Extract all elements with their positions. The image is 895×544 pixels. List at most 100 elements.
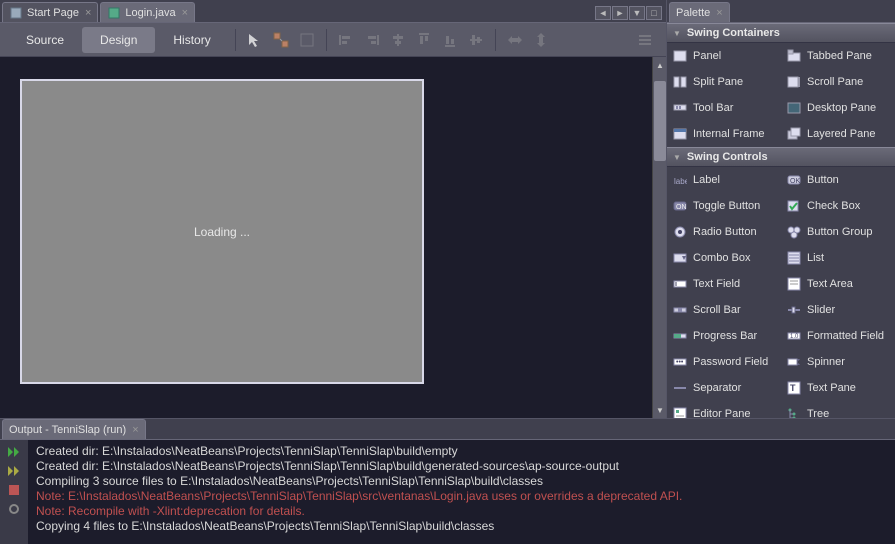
palette-item[interactable]: Internal Frame (667, 121, 781, 147)
palette-item[interactable]: Split Pane (667, 69, 781, 95)
palette-category-header[interactable]: ▼Swing Containers (667, 23, 895, 43)
palette-title: Palette (676, 7, 710, 19)
palette-item[interactable]: Tree (781, 401, 895, 418)
palette-category-header[interactable]: ▼Swing Controls (667, 147, 895, 167)
output-line: Created dir: E:\Instalados\NeatBeans\Pro… (36, 459, 887, 474)
toggle-icon: ON (673, 199, 687, 213)
palette-tab[interactable]: Palette × (669, 2, 730, 22)
palette-item-label: Toggle Button (693, 200, 760, 212)
palette-item[interactable]: Combo Box (667, 245, 781, 271)
scrollbar-icon (673, 303, 687, 317)
rerun-button[interactable] (6, 444, 22, 460)
palette-item[interactable]: Scroll Pane (781, 69, 895, 95)
palette-item[interactable]: Check Box (781, 193, 895, 219)
list-icon (787, 251, 801, 265)
close-icon[interactable]: × (716, 7, 722, 19)
palette-item[interactable]: Separator (667, 375, 781, 401)
align-center-h-icon (389, 31, 407, 49)
palette-item[interactable]: Tabbed Pane (781, 43, 895, 69)
palette-item[interactable]: Scroll Bar (667, 297, 781, 323)
tab-list-button[interactable]: ▼ (629, 6, 645, 20)
palette-item-label: Button Group (807, 226, 872, 238)
palette-item[interactable]: List (781, 245, 895, 271)
tab-nav-controls: ◄ ► ▼ □ (595, 6, 666, 22)
toolbar-menu-icon[interactable] (636, 31, 654, 49)
selection-mode-icon[interactable] (246, 31, 264, 49)
output-line: Note: Recompile with -Xlint:deprecation … (36, 504, 887, 519)
settings-icon[interactable] (6, 501, 22, 517)
palette-item[interactable]: Slider (781, 297, 895, 323)
button-icon: OK (787, 173, 801, 187)
connection-mode-icon[interactable] (272, 31, 290, 49)
palette-item-label: Text Field (693, 278, 740, 290)
palette-item[interactable]: ON Toggle Button (667, 193, 781, 219)
palette-item[interactable]: Editor Pane (667, 401, 781, 418)
tab-label: Start Page (27, 7, 79, 19)
palette-item[interactable]: Layered Pane (781, 121, 895, 147)
spinner-icon (787, 355, 801, 369)
palette-item[interactable]: labelLabel (667, 167, 781, 193)
palette-item-label: Spinner (807, 356, 845, 368)
rerun-all-button[interactable] (6, 463, 22, 479)
palette-item[interactable]: Desktop Pane (781, 95, 895, 121)
palette-item[interactable]: Panel (667, 43, 781, 69)
align-right-icon (363, 31, 381, 49)
stop-button[interactable] (6, 482, 22, 498)
close-icon[interactable]: × (182, 7, 188, 19)
output-gutter (0, 440, 28, 544)
tab-prev-button[interactable]: ◄ (595, 6, 611, 20)
form-preview[interactable]: Loading ... (20, 79, 424, 384)
vertical-scrollbar[interactable]: ▲ ▼ (652, 57, 666, 418)
loading-label: Loading ... (194, 225, 250, 239)
page-icon (9, 6, 23, 20)
tab-start-page[interactable]: Start Page × (2, 2, 98, 22)
editor-icon (673, 407, 687, 419)
output-line: Created dir: E:\Instalados\NeatBeans\Pro… (36, 444, 887, 459)
palette-item[interactable]: •••Password Field (667, 349, 781, 375)
view-design-button[interactable]: Design (82, 27, 155, 53)
scroll-icon (787, 75, 801, 89)
palette-item-label: List (807, 252, 824, 264)
palette-item[interactable]: Radio Button (667, 219, 781, 245)
palette-item-label: Scroll Pane (807, 76, 863, 88)
output-text[interactable]: Created dir: E:\Instalados\NeatBeans\Pro… (28, 440, 895, 544)
view-source-button[interactable]: Source (8, 27, 82, 53)
panel-icon (673, 49, 687, 63)
category-label: Swing Containers (687, 27, 780, 39)
palette-item[interactable]: Text Field (667, 271, 781, 297)
palette-item[interactable]: 1.0Formatted Field (781, 323, 895, 349)
view-history-button[interactable]: History (155, 27, 228, 53)
palette-item-label: Scroll Bar (693, 304, 741, 316)
tab-next-button[interactable]: ► (612, 6, 628, 20)
maximize-button[interactable]: □ (646, 6, 662, 20)
output-line: Copying 4 files to E:\Instalados\NeatBea… (36, 519, 887, 534)
palette-item[interactable]: TText Pane (781, 375, 895, 401)
close-icon[interactable]: × (132, 424, 138, 436)
palette-item-label: Progress Bar (693, 330, 757, 342)
palette-item[interactable]: Tool Bar (667, 95, 781, 121)
output-line: Note: E:\Instalados\NeatBeans\Projects\T… (36, 489, 887, 504)
java-icon (107, 6, 121, 20)
scroll-thumb[interactable] (654, 81, 666, 161)
palette-item-label: Text Area (807, 278, 853, 290)
textfield-icon (673, 277, 687, 291)
output-tab[interactable]: Output - TenniSlap (run) × (2, 419, 146, 439)
palette-item-label: Panel (693, 50, 721, 62)
scroll-up-icon[interactable]: ▲ (654, 59, 666, 71)
palette-item[interactable]: Button Group (781, 219, 895, 245)
palette-item[interactable]: Spinner (781, 349, 895, 375)
svg-text:T: T (790, 383, 796, 393)
check-icon (787, 199, 801, 213)
align-top-icon (415, 31, 433, 49)
preview-design-icon[interactable] (298, 31, 316, 49)
palette-item[interactable]: OKButton (781, 167, 895, 193)
layered-icon (787, 127, 801, 141)
palette-item[interactable]: Progress Bar (667, 323, 781, 349)
formatted-icon: 1.0 (787, 329, 801, 343)
progress-icon (673, 329, 687, 343)
scroll-down-icon[interactable]: ▼ (654, 404, 666, 416)
close-icon[interactable]: × (85, 7, 91, 19)
output-line: Compiling 3 source files to E:\Instalado… (36, 474, 887, 489)
tab-login-java[interactable]: Login.java × (100, 2, 195, 22)
palette-item[interactable]: Text Area (781, 271, 895, 297)
